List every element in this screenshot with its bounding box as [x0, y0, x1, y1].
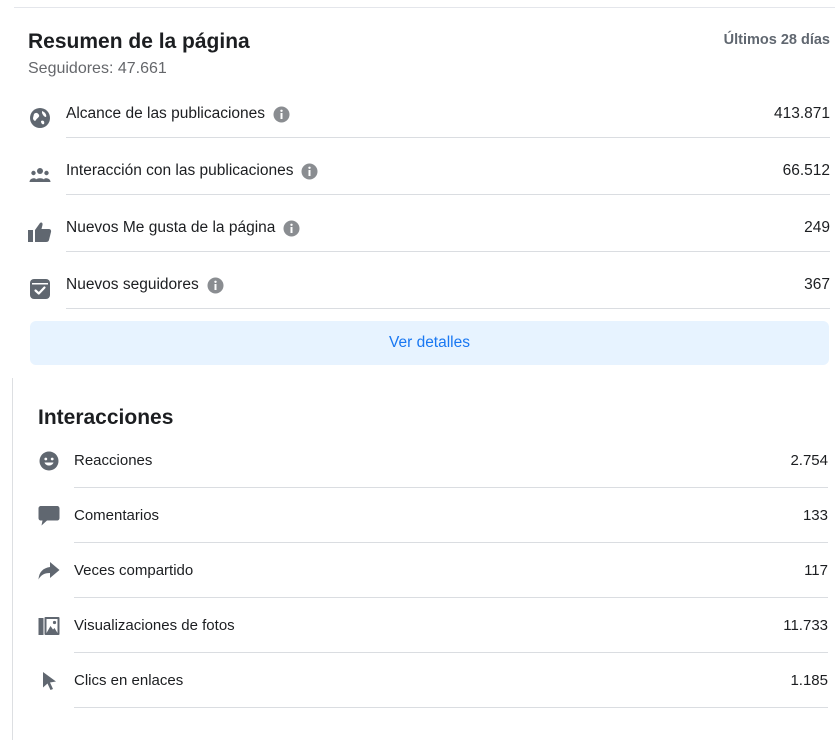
metric-label: Nuevos seguidores: [66, 276, 199, 293]
metric-value: 66.512: [782, 162, 830, 179]
interactions-title: Interacciones: [38, 406, 174, 429]
comment-icon: [38, 505, 60, 527]
interactions-list: Reacciones 2.754 Comentarios 133 Veces c…: [38, 446, 828, 721]
metric-label: Interacción con las publicaciones: [66, 162, 294, 179]
summary-metrics: Alcance de las publicaciones 413.871 Int…: [28, 90, 830, 318]
card-left-edge: [12, 378, 13, 740]
metric-value: 367: [804, 276, 830, 293]
interactions-section: Interacciones Reacciones 2.754 Comentari…: [38, 404, 828, 721]
cursor-icon: [38, 670, 60, 692]
metric-value: 249: [804, 219, 830, 236]
thumbs-up-icon: [28, 221, 52, 243]
summary-title: Resumen de la página: [28, 30, 250, 53]
smiley-icon: [38, 450, 60, 472]
interaction-label: Clics en enlaces: [74, 672, 184, 689]
interaction-link-clicks: Clics en enlaces 1.185: [38, 666, 828, 721]
metric-label: Nuevos Me gusta de la página: [66, 219, 276, 236]
see-details-button[interactable]: Ver detalles: [30, 321, 829, 365]
summary-header: Resumen de la página Seguidores: 47.661 …: [28, 28, 830, 90]
interaction-label: Comentarios: [74, 507, 160, 524]
metric-post-reach: Alcance de las publicaciones 413.871: [28, 90, 830, 147]
interaction-label: Veces compartido: [74, 562, 194, 579]
row-divider: [74, 666, 828, 708]
globe-icon: [28, 107, 52, 129]
interaction-reactions: Reacciones 2.754: [38, 446, 828, 501]
metric-new-followers: Nuevos seguidores 367: [28, 261, 830, 318]
interaction-label: Reacciones: [74, 452, 153, 469]
metric-label: Alcance de las publicaciones: [66, 105, 266, 122]
interaction-value: 11.733: [783, 617, 828, 634]
interaction-photo-views: Visualizaciones de fotos 11.733: [38, 611, 828, 666]
interaction-value: 117: [804, 562, 828, 579]
date-range-label: Últimos 28 días: [723, 32, 830, 48]
interaction-value: 133: [802, 507, 828, 524]
follow-check-icon: [28, 278, 52, 300]
followers-count: Seguidores: 47.661: [28, 60, 167, 77]
interaction-value: 2.754: [790, 452, 828, 469]
row-divider: [74, 446, 828, 488]
interaction-shares: Veces compartido 117: [38, 556, 828, 611]
info-icon[interactable]: [301, 163, 318, 180]
info-icon[interactable]: [283, 220, 300, 237]
info-icon[interactable]: [273, 106, 290, 123]
metric-post-engagement: Interacción con las publicaciones 66.512: [28, 147, 830, 204]
page-summary-card: Resumen de la página Seguidores: 47.661 …: [28, 28, 830, 318]
info-icon[interactable]: [207, 277, 224, 294]
interaction-comments: Comentarios 133: [38, 501, 828, 556]
interaction-value: 1.185: [790, 672, 828, 689]
interaction-label: Visualizaciones de fotos: [74, 617, 235, 634]
row-divider: [74, 501, 828, 543]
metric-value: 413.871: [773, 105, 830, 122]
top-divider: [14, 7, 835, 8]
photo-icon: [38, 615, 60, 637]
people-icon: [28, 164, 52, 186]
metric-new-page-likes: Nuevos Me gusta de la página 249: [28, 204, 830, 261]
share-arrow-icon: [38, 560, 60, 582]
